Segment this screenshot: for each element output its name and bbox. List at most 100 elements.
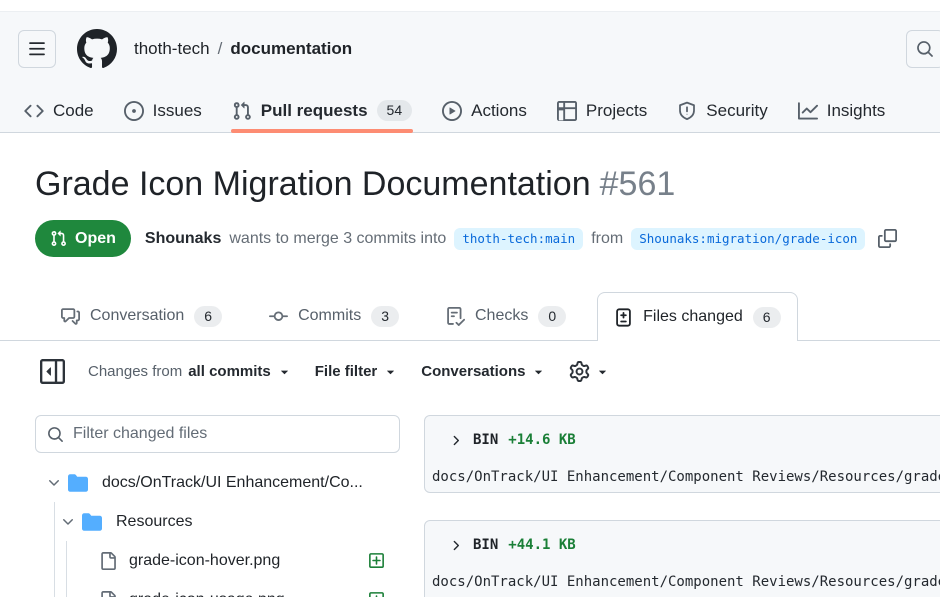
diff-added-icon xyxy=(368,591,385,597)
git-pull-request-icon xyxy=(232,101,252,121)
pr-state-badge: Open xyxy=(35,220,131,257)
diff-file-path[interactable]: docs/OnTrack/UI Enhancement/Component Re… xyxy=(425,468,940,486)
tab-files-changed[interactable]: Files changed 6 xyxy=(597,292,797,341)
nav-label: Code xyxy=(53,101,94,121)
file-tree: docs/OnTrack/UI Enhancement/Co... Resour… xyxy=(35,463,400,597)
tab-checks[interactable]: Checks 0 xyxy=(430,292,582,340)
chevron-right-icon[interactable] xyxy=(448,433,463,448)
tab-commits[interactable]: Commits 3 xyxy=(253,292,415,340)
diff-toolbar: Changes from all commits File filter Con… xyxy=(40,342,940,400)
breadcrumb-owner[interactable]: thoth-tech xyxy=(134,39,210,59)
merge-text: wants to merge 3 commits into xyxy=(229,230,446,248)
nav-label: Actions xyxy=(471,101,527,121)
pr-status-row: Open Shounaks wants to merge 3 commits i… xyxy=(35,220,930,257)
diff-file-path[interactable]: docs/OnTrack/UI Enhancement/Component Re… xyxy=(425,573,940,591)
copy-icon xyxy=(878,229,897,248)
head-branch-label[interactable]: Shounaks:migration/grade-icon xyxy=(631,228,865,250)
bin-label: BIN xyxy=(473,536,498,554)
tab-count-badge: 6 xyxy=(194,306,222,327)
nav-item-actions[interactable]: Actions xyxy=(432,89,537,132)
copy-branch-button[interactable] xyxy=(878,229,897,248)
diff-file-card: BIN +44.1 KB docs/OnTrack/UI Enhancement… xyxy=(424,520,940,597)
diff-file-header: BIN +14.6 KB xyxy=(425,416,940,449)
tree-file-row[interactable]: grade-icon-hover.png xyxy=(35,541,400,580)
pr-state-label: Open xyxy=(75,230,116,248)
tree-folder-row[interactable]: docs/OnTrack/UI Enhancement/Co... xyxy=(35,463,400,502)
tab-count-badge: 3 xyxy=(371,306,399,327)
table-icon xyxy=(557,101,577,121)
folder-icon xyxy=(68,473,88,493)
filter-changed-files-input[interactable] xyxy=(73,425,388,443)
nav-item-code[interactable]: Code xyxy=(14,89,104,132)
tab-count-badge: 0 xyxy=(538,306,566,327)
diff-file-header: BIN +44.1 KB xyxy=(425,521,940,554)
file-diff-icon xyxy=(614,308,633,327)
pull-requests-count-badge: 54 xyxy=(377,100,413,121)
search-icon xyxy=(916,40,934,58)
pr-merge-summary: Shounaks wants to merge 3 commits into t… xyxy=(145,228,898,250)
tree-file-row[interactable]: grade-icon-usage.png xyxy=(35,580,400,597)
repo-nav: Code Issues Pull requests 54 Actions Pro… xyxy=(14,89,895,132)
breadcrumb-repo[interactable]: documentation xyxy=(230,39,352,59)
graph-icon xyxy=(798,101,818,121)
nav-item-pull-requests[interactable]: Pull requests 54 xyxy=(222,89,422,132)
chevron-down-icon xyxy=(46,475,62,491)
search-icon xyxy=(47,426,64,443)
file-tree-sidebar: docs/OnTrack/UI Enhancement/Co... Resour… xyxy=(35,408,400,597)
nav-label: Pull requests xyxy=(261,101,368,121)
diff-settings-dropdown[interactable] xyxy=(569,361,610,382)
tab-label: Conversation xyxy=(90,307,184,325)
shield-icon xyxy=(677,101,697,121)
hamburger-menu-button[interactable] xyxy=(18,30,56,68)
pr-tab-nav: Conversation 6 Commits 3 Checks 0 Files … xyxy=(0,292,940,341)
file-filter-label: File filter xyxy=(315,363,378,380)
conversations-label: Conversations xyxy=(421,363,525,380)
tab-label: Files changed xyxy=(643,308,743,326)
pr-title: Grade Icon Migration Documentation#561 xyxy=(35,162,930,206)
diff-file-card: BIN +14.6 KB docs/OnTrack/UI Enhancement… xyxy=(424,415,940,493)
file-icon xyxy=(99,591,117,597)
nav-label: Insights xyxy=(827,101,886,121)
file-filter-dropdown[interactable]: File filter xyxy=(315,363,399,380)
chevron-right-icon[interactable] xyxy=(448,538,463,553)
changes-from-value: all commits xyxy=(188,363,271,380)
nav-item-insights[interactable]: Insights xyxy=(788,89,896,132)
play-icon xyxy=(442,101,462,121)
issue-opened-icon xyxy=(124,101,144,121)
nav-item-projects[interactable]: Projects xyxy=(547,89,657,132)
file-icon xyxy=(99,552,117,570)
nav-item-security[interactable]: Security xyxy=(667,89,777,132)
git-pull-request-icon xyxy=(50,230,67,247)
triangle-down-icon xyxy=(383,364,398,379)
comment-discussion-icon xyxy=(61,307,80,326)
conversations-dropdown[interactable]: Conversations xyxy=(421,363,546,380)
pr-title-text: Grade Icon Migration Documentation xyxy=(35,165,591,203)
size-change: +14.6 KB xyxy=(508,431,575,449)
triangle-down-icon xyxy=(531,364,546,379)
breadcrumb-separator: / xyxy=(218,39,223,59)
tree-folder-row[interactable]: Resources xyxy=(35,502,400,541)
collapse-sidebar-button[interactable] xyxy=(40,359,65,384)
chevron-down-icon xyxy=(60,514,76,530)
app-header: thoth-tech / documentation Code Issues P… xyxy=(0,11,940,133)
pr-author[interactable]: Shounaks xyxy=(145,230,221,248)
nav-label: Issues xyxy=(153,101,202,121)
github-logo-icon[interactable] xyxy=(77,29,117,69)
tree-folder-label: docs/OnTrack/UI Enhancement/Co... xyxy=(102,474,363,492)
pr-number: #561 xyxy=(600,165,676,203)
diff-added-icon xyxy=(368,552,385,569)
search-button[interactable] xyxy=(906,30,940,68)
changes-from-dropdown[interactable]: Changes from all commits xyxy=(88,363,292,380)
size-change: +44.1 KB xyxy=(508,536,575,554)
nav-item-issues[interactable]: Issues xyxy=(114,89,212,132)
changes-from-label: Changes from xyxy=(88,363,182,380)
three-bars-icon xyxy=(28,40,46,58)
header-top-row: thoth-tech / documentation xyxy=(18,29,940,69)
tree-file-label: grade-icon-usage.png xyxy=(129,591,285,597)
triangle-down-icon xyxy=(277,364,292,379)
bin-label: BIN xyxy=(473,431,498,449)
tree-file-label: grade-icon-hover.png xyxy=(129,552,280,570)
tab-conversation[interactable]: Conversation 6 xyxy=(45,292,238,340)
gear-icon xyxy=(569,361,590,382)
base-branch-label[interactable]: thoth-tech:main xyxy=(454,228,583,250)
